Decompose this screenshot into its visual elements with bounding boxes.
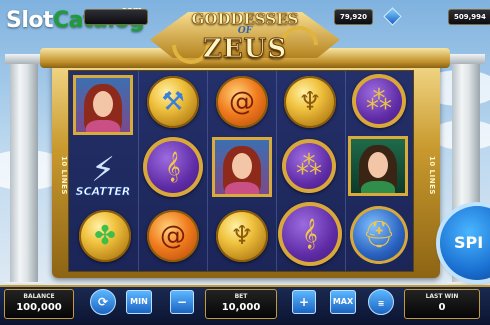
symbol-scatter: ⚡ SCATTER	[70, 138, 136, 202]
gem-icon	[383, 7, 402, 26]
game-title: GODDESSES OF ZEUS	[150, 4, 340, 72]
increase-bet-button[interactable]: +	[292, 290, 316, 314]
balance-value: 100,000	[16, 302, 62, 313]
symbol-grapes: ⁂	[352, 74, 406, 128]
watermark-part1: Slot	[6, 8, 54, 33]
symbol-fire-swirl: @	[147, 210, 199, 262]
bet-label: BET	[234, 293, 248, 300]
symbol-golden-horn: ♆	[216, 210, 268, 262]
symbol-lyre: 𝄞	[278, 202, 342, 266]
temple-column-left	[5, 54, 43, 292]
face	[93, 91, 113, 117]
symbol-fire-swirl: @	[216, 76, 268, 128]
bet-value: 10,000	[221, 302, 261, 313]
balance-panel: BALANCE 100,000	[4, 289, 74, 319]
symbol-hammer: ⚒	[147, 76, 199, 128]
symbol-goddess-redhead	[73, 75, 133, 135]
symbol-green-emerald: ✤	[79, 210, 131, 262]
min-bet-button[interactable]: MIN	[126, 290, 152, 314]
paytable-button[interactable]: ≡	[368, 289, 394, 315]
lyre-icon: 𝄞	[302, 219, 318, 249]
helmet-icon: ⛑	[362, 220, 396, 250]
paytable-icon: ≡	[377, 299, 385, 308]
emerald-icon: ✤	[94, 221, 116, 251]
grapes-icon: ⁂	[366, 86, 392, 116]
reel-divider	[138, 71, 139, 271]
reel-divider	[207, 71, 208, 271]
swirl-icon: @	[160, 221, 186, 251]
max-bet-button[interactable]: MAX	[330, 290, 356, 314]
balance-label: BALANCE	[23, 293, 55, 300]
spin-button[interactable]: SPI	[440, 206, 490, 280]
zeus-scatter-icon: ⚡	[91, 150, 115, 190]
dress	[86, 120, 120, 132]
face	[232, 153, 252, 179]
paylines-label-right: 10 LINES	[428, 155, 436, 195]
top-counter-left	[84, 9, 148, 25]
horn-icon: ♆	[298, 87, 322, 117]
last-win-value: 0	[438, 302, 446, 313]
symbol-lyre: 𝄞	[143, 137, 203, 197]
title-zeus: ZEUS	[202, 34, 288, 65]
autoplay-button[interactable]: ⟳	[90, 289, 116, 315]
top-counter-right: 509,994	[448, 9, 490, 25]
last-win-panel: LAST WIN 0	[404, 289, 480, 319]
dress	[361, 181, 395, 193]
goddess-portrait	[212, 137, 272, 197]
scatter-label: SCATTER	[75, 185, 131, 199]
horn-icon: ♆	[230, 221, 254, 251]
paylines-label-left: 10 LINES	[60, 155, 68, 195]
top-balance-counter: 79,920	[334, 9, 374, 25]
symbol-golden-horn: ♆	[284, 76, 336, 128]
symbol-goddess-brunette	[348, 136, 408, 196]
face	[368, 152, 388, 178]
swirl-icon: @	[229, 87, 255, 117]
reel-divider	[276, 71, 277, 271]
lyre-icon: 𝄞	[165, 152, 181, 182]
symbol-helmet: ⛑	[350, 206, 408, 264]
decrease-bet-button[interactable]: −	[170, 290, 194, 314]
symbol-grapes: ⁂	[282, 139, 336, 193]
reel-divider	[345, 71, 346, 271]
bet-panel: BET 10,000	[205, 289, 277, 319]
symbol-goddess-redhead	[212, 137, 272, 197]
goddess-portrait	[348, 136, 408, 196]
autoplay-icon: ⟳	[97, 295, 109, 309]
last-win-label: LAST WIN	[425, 293, 459, 300]
goddess-portrait	[73, 75, 133, 135]
grapes-icon: ⁂	[296, 151, 322, 181]
hammer-icon: ⚒	[161, 87, 185, 117]
dress	[225, 182, 259, 194]
